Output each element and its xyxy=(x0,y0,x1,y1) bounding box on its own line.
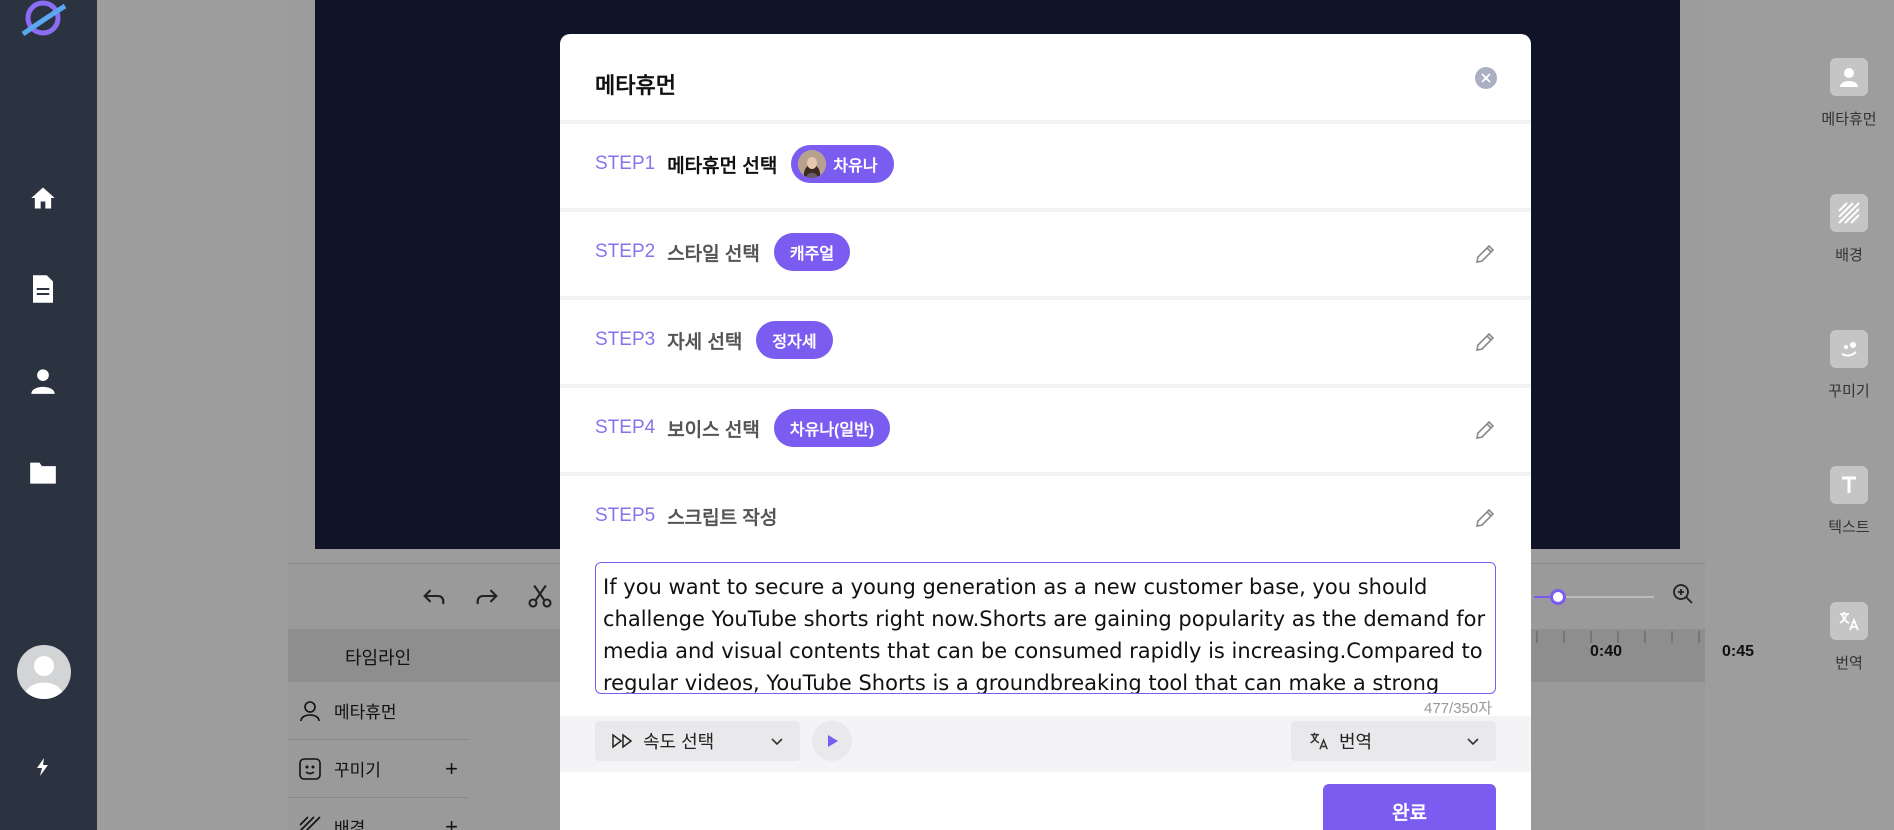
lightning-icon[interactable] xyxy=(33,757,53,777)
undo-icon[interactable] xyxy=(420,582,448,610)
speed-select-label: 속도 선택 xyxy=(643,732,715,752)
document-icon[interactable] xyxy=(24,270,62,308)
redo-icon[interactable] xyxy=(473,582,501,610)
track-label: 메타휴먼 xyxy=(334,703,397,722)
metahuman-modal: 메타휴먼 STEP1 메타휴먼 선택 차유나 STEP2 스타일 선택 캐주얼 … xyxy=(560,34,1531,830)
fast-forward-icon xyxy=(612,733,633,749)
rail-item-background[interactable]: 배경 xyxy=(1804,194,1894,265)
rail-item-decoration[interactable]: 꾸미기 xyxy=(1804,330,1894,401)
step-title: 스타일 선택 xyxy=(667,243,760,265)
translate-select-label: 번역 xyxy=(1339,732,1373,752)
step-title: 자세 선택 xyxy=(667,331,743,353)
translate-select[interactable]: 번역 xyxy=(1291,721,1496,761)
text-icon xyxy=(1830,466,1868,504)
track-label: 꾸미기 xyxy=(334,761,381,780)
edit-pencil-icon[interactable] xyxy=(1473,506,1497,530)
close-icon xyxy=(1481,73,1491,83)
track-decoration[interactable]: 꾸미기 + xyxy=(288,740,468,798)
selected-pose-chip: 정자세 xyxy=(756,321,833,359)
step-number: STEP3 xyxy=(595,329,656,350)
tick-label: 0:45 xyxy=(1722,643,1755,660)
selected-voice-chip: 차유나(일반) xyxy=(773,409,891,447)
track-label: 배경 xyxy=(334,819,366,830)
edit-pencil-icon[interactable] xyxy=(1473,242,1497,266)
sticker-icon xyxy=(299,757,321,780)
selected-style-chip: 캐주얼 xyxy=(773,233,851,271)
user-icon[interactable] xyxy=(24,362,62,400)
track-metahuman[interactable]: 메타휴먼 xyxy=(288,682,468,740)
avatar[interactable] xyxy=(17,645,71,699)
rail-item-label: 꾸미기 xyxy=(1828,383,1870,400)
edit-pencil-icon[interactable] xyxy=(1473,418,1497,442)
step-1[interactable]: STEP1 메타휴먼 선택 차유나 xyxy=(560,120,1531,204)
add-icon[interactable]: + xyxy=(445,814,458,830)
left-sidebar xyxy=(0,0,97,830)
edit-pencil-icon[interactable] xyxy=(1473,330,1497,354)
app-logo[interactable] xyxy=(18,0,68,40)
home-icon[interactable] xyxy=(24,179,62,217)
step-number: STEP5 xyxy=(595,505,656,526)
rail-item-label: 번역 xyxy=(1835,655,1863,672)
step-4[interactable]: STEP4 보이스 선택 차유나(일반) xyxy=(560,384,1531,468)
rail-item-label: 배경 xyxy=(1835,247,1863,264)
rail-item-label: 텍스트 xyxy=(1828,519,1870,536)
modal-title: 메타휴먼 xyxy=(595,73,676,98)
step-title: 메타휴먼 선택 xyxy=(667,155,778,177)
background-icon xyxy=(1830,194,1868,232)
person-icon xyxy=(1830,58,1868,96)
step-number: STEP1 xyxy=(595,153,656,174)
background-icon xyxy=(299,815,321,830)
step-title: 스크립트 작성 xyxy=(667,507,778,529)
sticker-icon xyxy=(1830,330,1868,368)
speed-select[interactable]: 속도 선택 xyxy=(595,721,800,761)
done-button[interactable]: 완료 xyxy=(1323,784,1496,830)
play-icon xyxy=(828,735,838,747)
selected-metahuman-chip: 차유나 xyxy=(791,145,894,183)
rail-item-label: 메타휴먼 xyxy=(1821,111,1877,128)
rail-item-text[interactable]: 텍스트 xyxy=(1804,466,1894,537)
timeline-label: 타임라인 xyxy=(345,648,412,668)
chevron-down-icon xyxy=(771,738,783,746)
script-textarea[interactable]: If you want to secure a young generation… xyxy=(595,562,1496,694)
zoom-slider[interactable] xyxy=(1534,589,1654,605)
translate-icon xyxy=(1310,732,1328,750)
zoom-slider-thumb[interactable] xyxy=(1550,589,1566,605)
rail-item-translate[interactable]: 번역 xyxy=(1804,602,1894,673)
translate-icon xyxy=(1830,602,1868,640)
zoom-in-icon[interactable] xyxy=(1671,582,1699,610)
close-button[interactable] xyxy=(1475,67,1497,89)
user-icon xyxy=(300,700,320,721)
tick-label: 0:40 xyxy=(1590,643,1623,660)
step-3[interactable]: STEP3 자세 선택 정자세 xyxy=(560,296,1531,380)
step-number: STEP4 xyxy=(595,417,656,438)
step-number: STEP2 xyxy=(595,241,656,262)
right-sidebar: 메타휴먼 배경 꾸미기 텍스트 번역 xyxy=(1804,0,1894,830)
step-5[interactable]: STEP5 스크립트 작성 xyxy=(560,472,1531,556)
rail-item-metahuman[interactable]: 메타휴먼 xyxy=(1804,58,1894,129)
cut-icon[interactable] xyxy=(526,582,554,610)
step-title: 보이스 선택 xyxy=(667,419,760,441)
chevron-down-icon xyxy=(1467,738,1479,746)
step-2[interactable]: STEP2 스타일 선택 캐주얼 xyxy=(560,208,1531,292)
folder-icon[interactable] xyxy=(24,453,62,491)
metahuman-thumbnail xyxy=(798,150,827,178)
add-icon[interactable]: + xyxy=(445,756,458,782)
track-background[interactable]: 배경 + xyxy=(288,798,468,830)
chip-label: 차유나 xyxy=(833,158,878,175)
play-button[interactable] xyxy=(812,721,852,761)
char-count: 477/350자 xyxy=(1424,700,1493,717)
